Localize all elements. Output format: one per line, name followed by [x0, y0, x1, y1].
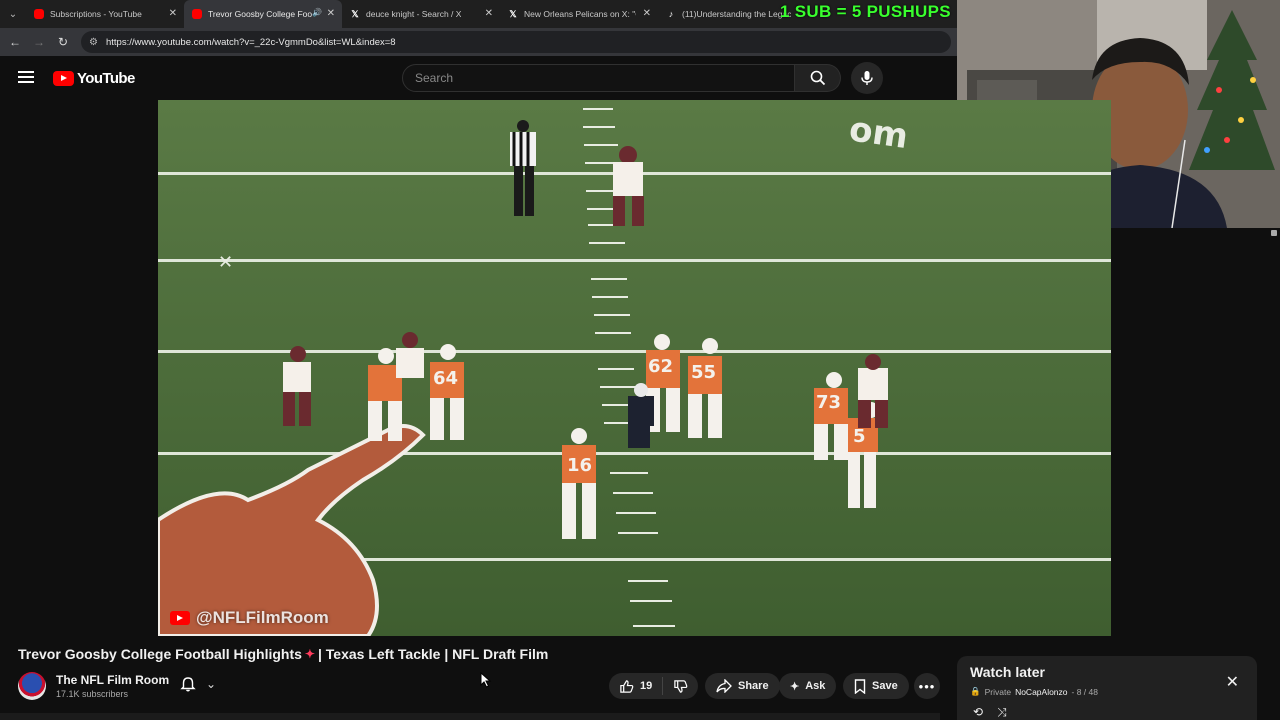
jersey-number: 55 [691, 362, 716, 383]
speaker-icon[interactable]: 🔊 [312, 8, 322, 17]
close-icon[interactable]: ✕ [1226, 672, 1239, 692]
video-watermark: @NFLFilmRoom [170, 608, 329, 628]
bell-icon [180, 677, 196, 692]
shuffle-icon[interactable]: ⤨ [997, 705, 1007, 720]
voice-search-button[interactable] [851, 62, 883, 94]
share-label: Share [738, 680, 769, 692]
youtube-play-icon [53, 71, 74, 86]
more-actions-button[interactable]: ••• [914, 673, 940, 699]
jersey-number: 5 [853, 426, 866, 447]
stream-promo-overlay: 1 SUB = 5 PUSHUPS [780, 2, 951, 21]
ask-button-wrap: ✦ Ask [779, 673, 837, 699]
youtube-icon [34, 9, 44, 19]
jersey-number: 16 [567, 455, 592, 476]
video-frame: ✕ om 16 73 5 62 55 64 [158, 100, 1111, 636]
playlist-title[interactable]: Watch later [970, 664, 1257, 680]
sparkle-icon: ✦ [304, 647, 315, 661]
dislike-button[interactable] [663, 679, 698, 694]
jersey-number: 64 [433, 368, 458, 389]
svg-text:✕: ✕ [218, 252, 233, 273]
close-icon[interactable]: ✕ [643, 8, 651, 19]
scrollbar-thumb[interactable] [1271, 230, 1277, 236]
search-icon [810, 70, 825, 86]
video-player[interactable]: ✕ om 16 73 5 62 55 64 [158, 100, 1111, 636]
channel-avatar[interactable] [18, 672, 46, 700]
search-button[interactable] [795, 64, 841, 92]
loop-icon[interactable]: ⟲ [973, 705, 983, 720]
playlist-meta: 🔒 Private NoCapAlonzo - 8 / 48 [970, 686, 1257, 697]
close-icon[interactable]: ✕ [327, 8, 335, 19]
tiktok-icon: ♪ [668, 9, 674, 19]
site-info-icon[interactable]: ⚙ [89, 37, 98, 48]
jersey-number: 62 [648, 356, 673, 377]
save-button[interactable]: Save [843, 673, 909, 699]
jersey-number: 73 [816, 392, 841, 413]
reload-icon[interactable]: ↻ [51, 35, 75, 49]
youtube-logo[interactable]: YouTube [53, 70, 135, 87]
share-button[interactable]: Share [705, 673, 780, 699]
like-dislike-group: 19 [609, 673, 699, 699]
chevron-down-icon: ⌄ [206, 677, 217, 691]
video-title-part1: Trevor Goosby College Football Highlight… [18, 646, 302, 662]
like-count: 19 [640, 680, 653, 692]
back-arrow-icon[interactable]: ← [3, 35, 27, 49]
logo-text: YouTube [77, 70, 135, 87]
save-button-wrap: Save [843, 673, 909, 699]
youtube-icon [170, 611, 190, 625]
tab-title: Subscriptions - YouTube [50, 9, 142, 19]
tab-title: Trevor Goosby College Foo [208, 9, 313, 19]
save-label: Save [872, 680, 898, 692]
svg-text:om: om [847, 109, 911, 157]
lock-icon: 🔒 [970, 686, 981, 696]
mouse-cursor-icon [480, 672, 492, 688]
sparkle-icon: ✦ [790, 680, 800, 693]
close-icon[interactable]: ✕ [485, 8, 493, 19]
search-input[interactable]: Search [402, 64, 795, 92]
ask-button[interactable]: ✦ Ask [779, 673, 837, 699]
youtube-header: YouTube Search [0, 56, 957, 100]
like-button[interactable]: 19 [609, 677, 664, 695]
url-field[interactable]: ⚙ https://www.youtube.com/watch?v=_22c-V… [81, 31, 951, 53]
share-icon [716, 679, 732, 693]
browser-tab[interactable]: Subscriptions - YouTube ✕ [26, 0, 184, 28]
playlist-position: - 8 / 48 [1071, 686, 1098, 697]
tab-search-button[interactable]: ⌄ [0, 0, 26, 28]
bookmark-icon [854, 678, 866, 694]
video-title: Trevor Goosby College Football Highlight… [18, 646, 548, 662]
youtube-icon [192, 9, 202, 19]
forward-arrow-icon[interactable]: → [27, 35, 51, 49]
tab-title: (11)Understanding the Legac [682, 9, 792, 19]
thumbs-up-icon [620, 679, 634, 693]
subscription-bell-button[interactable]: ⌄ [180, 676, 216, 692]
share-button-wrap: Share [705, 673, 780, 699]
x-icon: 𝕏 [509, 8, 517, 19]
playlist-controls: ⟲ ⤨ [973, 705, 1007, 720]
close-icon[interactable]: ✕ [169, 8, 177, 19]
menu-icon[interactable] [18, 71, 34, 83]
ask-label: Ask [805, 680, 826, 692]
tab-title: deuce knight - Search / X [366, 9, 462, 19]
search-placeholder: Search [415, 71, 454, 85]
microphone-icon [861, 71, 873, 85]
x-icon: 𝕏 [351, 8, 359, 19]
address-bar: ← → ↻ ⚙ https://www.youtube.com/watch?v=… [0, 28, 957, 56]
url-text: https://www.youtube.com/watch?v=_22c-Vgm… [105, 36, 396, 48]
watermark-text: @NFLFilmRoom [196, 608, 329, 627]
tab-title: New Orleans Pelicans on X: "C [524, 9, 636, 19]
playlist-owner[interactable]: NoCapAlonzo [1015, 687, 1067, 697]
playlist-privacy: Private [984, 686, 1012, 697]
more-icon: ••• [918, 678, 936, 694]
page-bottom-strip [0, 713, 940, 720]
channel-info[interactable]: The NFL Film Room 17.1K subscribers [18, 672, 169, 700]
browser-tab[interactable]: 𝕏 deuce knight - Search / X ✕ [342, 0, 500, 28]
video-title-part2: | Texas Left Tackle | NFL Draft Film [317, 646, 549, 662]
subscriber-count: 17.1K subscribers [56, 689, 129, 699]
browser-tab-active[interactable]: Trevor Goosby College Foo 🔊 ✕ [184, 0, 342, 28]
thumbs-down-icon [674, 679, 688, 693]
browser-tab[interactable]: 𝕏 New Orleans Pelicans on X: "C ✕ [500, 0, 658, 28]
channel-name[interactable]: The NFL Film Room [56, 673, 169, 687]
watch-later-panel: Watch later 🔒 Private NoCapAlonzo - 8 / … [957, 656, 1257, 720]
